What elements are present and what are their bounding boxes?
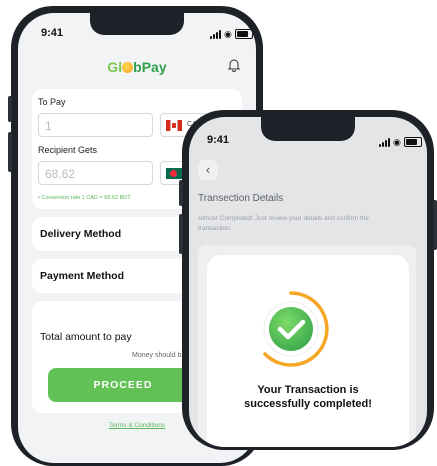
payment-method-label: Payment Method: [40, 270, 125, 282]
phone-side-button: [8, 96, 12, 122]
phone-side-button: [179, 214, 183, 254]
conversion-rate-text: • Conversion rate 1 CAD = 68.62 BDT: [38, 195, 131, 201]
signal-icon: [379, 137, 390, 147]
recipient-gets-label: Recipient Gets: [38, 145, 98, 155]
battery-icon: [403, 137, 422, 147]
wifi-icon: ◉: [393, 136, 401, 147]
success-line-1: Your Transaction is: [257, 384, 359, 396]
phone-notch: [90, 13, 184, 35]
status-icons: ◉: [379, 137, 422, 147]
status-time: 9:41: [41, 27, 64, 39]
signal-icon: [210, 29, 221, 39]
back-button[interactable]: ‹: [198, 160, 218, 180]
delivery-method-label: Delivery Method: [40, 228, 122, 240]
globe-icon: [122, 62, 134, 73]
status-time: 9:41: [207, 134, 230, 146]
screen-transaction-details: 9:41 ◉ ‹ Transection Details Almost Comp…: [189, 117, 427, 447]
success-check-icon: [263, 291, 329, 367]
page-title: Transection Details: [198, 193, 284, 204]
proceed-button[interactable]: PROCEED: [48, 368, 198, 402]
wifi-icon: ◉: [224, 28, 232, 39]
chevron-left-icon: ‹: [205, 162, 211, 177]
logo-text-start: Gl: [107, 59, 123, 75]
canada-flag-icon: [166, 120, 182, 131]
status-icons: ◉: [210, 29, 253, 39]
app-logo: Gl bPay: [18, 59, 256, 75]
bangladesh-flag-icon: [166, 168, 182, 179]
success-message: Your Transaction is successfully complet…: [207, 383, 409, 411]
success-line-2: successfully completed!: [244, 398, 372, 410]
bell-icon[interactable]: [228, 58, 240, 72]
money-note-text: Money should b: [132, 352, 182, 359]
phone-side-button: [8, 132, 12, 172]
phone-side-button: [179, 180, 183, 206]
battery-icon: [234, 29, 253, 39]
total-amount-label: Total amount to pay: [40, 331, 132, 343]
to-pay-label: To Pay: [38, 97, 66, 107]
to-pay-input[interactable]: 1: [38, 113, 153, 137]
phone-transaction-success: 9:41 ◉ ‹ Transection Details Almost Comp…: [179, 110, 437, 450]
recipient-gets-input[interactable]: 68.62: [38, 161, 153, 185]
phone-notch: [261, 117, 355, 141]
phone-side-button: [433, 200, 437, 250]
logo-text-end: bPay: [133, 59, 167, 75]
page-subtitle: Almost Completed! Just review your detai…: [198, 215, 369, 232]
